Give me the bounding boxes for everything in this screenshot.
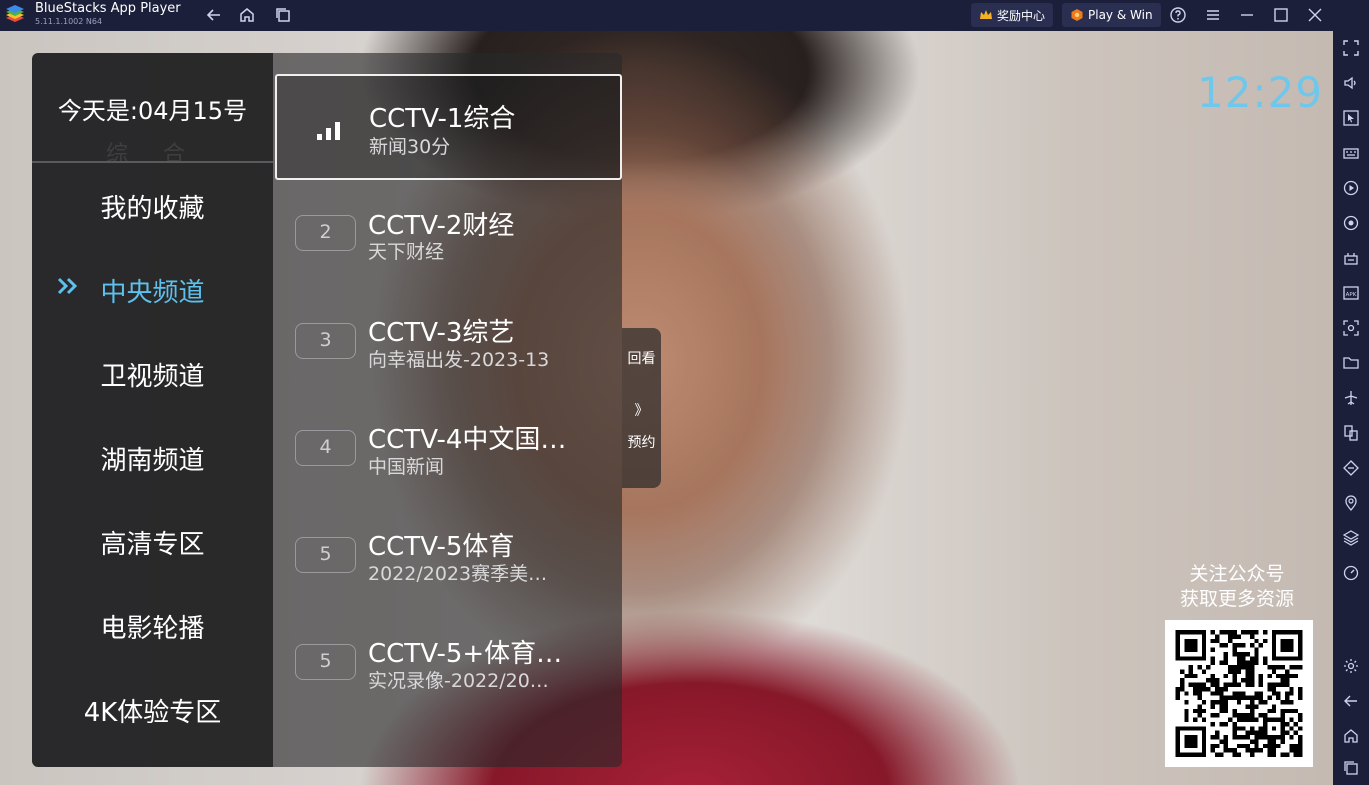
category-cctv[interactable]: 中央频道 <box>32 272 273 309</box>
minimize-icon[interactable] <box>1237 5 1257 25</box>
android-recents-icon[interactable] <box>1341 758 1361 778</box>
rewards-center-label: 奖励中心 <box>997 8 1046 23</box>
category-4k[interactable]: 4K体验专区 <box>32 692 273 729</box>
svg-text:APK: APK <box>1346 292 1357 298</box>
date-label: 今天是:04月15号 <box>57 97 248 125</box>
volume-icon[interactable] <box>1341 73 1361 93</box>
play-win-icon <box>1070 8 1084 22</box>
channel-program: 中国新闻 <box>368 456 445 478</box>
channel-item[interactable]: 2 CCTV-2财经 天下财经 <box>273 183 622 287</box>
channel-item[interactable]: 5 CCTV-5+体育… 实况录像-2022/20… <box>273 611 622 715</box>
channel-item[interactable]: 4 CCTV-4中文国… 中国新闻 <box>273 397 622 501</box>
channel-number: 4 <box>295 430 356 466</box>
category-column: 今天是:04月15号 综 合 我的收藏 中央频道 卫视频道 湖南频道 高清专区 … <box>32 53 273 767</box>
channel-program: 新闻30分 <box>369 136 451 158</box>
maximize-icon[interactable] <box>1271 5 1291 25</box>
channel-number: 5 <box>295 644 356 680</box>
channel-item[interactable]: 3 CCTV-3综艺 向幸福出发-2023-13 <box>273 290 622 394</box>
category-ghost-label: 综 合 <box>106 142 199 167</box>
apk-icon[interactable]: APK <box>1341 283 1361 303</box>
channel-name: CCTV-3综艺 <box>368 318 515 348</box>
speed-icon[interactable] <box>1341 563 1361 583</box>
help-icon[interactable] <box>1168 5 1188 25</box>
right-sidebar: APK <box>1333 31 1369 785</box>
channel-number: 3 <box>295 323 356 359</box>
category-movies[interactable]: 电影轮播 <box>32 608 273 645</box>
channel-menu-panel: 今天是:04月15号 综 合 我的收藏 中央频道 卫视频道 湖南频道 高清专区 … <box>32 53 622 767</box>
channel-name: CCTV-4中文国… <box>368 425 567 455</box>
qr-caption-line2: 获取更多资源 <box>1179 588 1294 610</box>
record-icon[interactable] <box>1341 178 1361 198</box>
layers-icon[interactable] <box>1341 528 1361 548</box>
category-hunan[interactable]: 湖南频道 <box>32 440 273 477</box>
play-win-label: Play & Win <box>1088 8 1153 22</box>
channel-number: 5 <box>295 537 356 573</box>
multi-instance-icon[interactable] <box>273 5 293 25</box>
category-divider <box>32 161 273 163</box>
android-back-icon[interactable] <box>1341 691 1361 711</box>
category-hd[interactable]: 高清专区 <box>32 524 273 561</box>
eco-mode-icon[interactable] <box>1341 458 1361 478</box>
settings-icon[interactable] <box>1341 656 1361 676</box>
folder-icon[interactable] <box>1341 353 1361 373</box>
multi-instance-sync-icon[interactable] <box>1341 423 1361 443</box>
home-icon[interactable] <box>237 5 257 25</box>
side-tab-arrow: 》 <box>634 403 649 419</box>
channel-program: 实况录像-2022/20… <box>368 670 549 692</box>
android-home-icon[interactable] <box>1341 726 1361 746</box>
replay-label: 回看 <box>627 351 656 367</box>
rewards-center-button[interactable]: 奖励中心 <box>971 3 1054 27</box>
category-favorites[interactable]: 我的收藏 <box>32 188 273 225</box>
crown-icon <box>979 8 993 22</box>
app-title: BlueStacks App Player <box>35 1 181 16</box>
channel-name: CCTV-1综合 <box>369 104 516 134</box>
fullscreen-icon[interactable] <box>1341 38 1361 58</box>
channel-item-selected[interactable]: CCTV-1综合 新闻30分 <box>275 74 622 180</box>
title-bar: BlueStacks App Player 5.11.1.1002 N64 奖励… <box>0 0 1369 31</box>
reserve-label: 预约 <box>627 435 656 451</box>
menu-icon[interactable] <box>1203 5 1223 25</box>
channel-number: 2 <box>295 215 356 251</box>
app-version: 5.11.1.1002 N64 <box>35 17 103 26</box>
close-icon[interactable] <box>1305 5 1325 25</box>
screenshot-icon[interactable] <box>1341 318 1361 338</box>
rotate-icon[interactable] <box>1341 213 1361 233</box>
channel-item[interactable]: 5 CCTV-5体育 2022/2023赛季美… <box>273 504 622 608</box>
channel-program: 2022/2023赛季美… <box>368 563 548 585</box>
playing-signal-icon <box>317 121 343 141</box>
qr-caption-line1: 关注公众号 <box>1189 563 1285 585</box>
apk-install-icon[interactable] <box>1341 248 1361 268</box>
location-icon[interactable] <box>1341 493 1361 513</box>
channel-program: 天下财经 <box>368 241 445 263</box>
replay-reserve-tab[interactable]: 回看 》 预约 <box>622 328 661 488</box>
qr-code <box>1165 620 1313 767</box>
airplane-icon[interactable] <box>1341 388 1361 408</box>
keyboard-icon[interactable] <box>1341 143 1361 163</box>
category-satellite[interactable]: 卫视频道 <box>32 356 273 393</box>
pointer-icon[interactable] <box>1341 108 1361 128</box>
channel-name: CCTV-5体育 <box>368 532 515 562</box>
bluestacks-logo-icon <box>4 4 26 26</box>
back-icon[interactable] <box>204 5 224 25</box>
clock: 12:29 <box>1197 68 1324 117</box>
channel-program: 向幸福出发-2023-13 <box>368 349 550 371</box>
channel-name: CCTV-5+体育… <box>368 639 563 669</box>
channel-column: CCTV-1综合 新闻30分 2 CCTV-2财经 天下财经 3 CCTV-3综… <box>273 53 622 767</box>
play-win-button[interactable]: Play & Win <box>1062 3 1161 27</box>
